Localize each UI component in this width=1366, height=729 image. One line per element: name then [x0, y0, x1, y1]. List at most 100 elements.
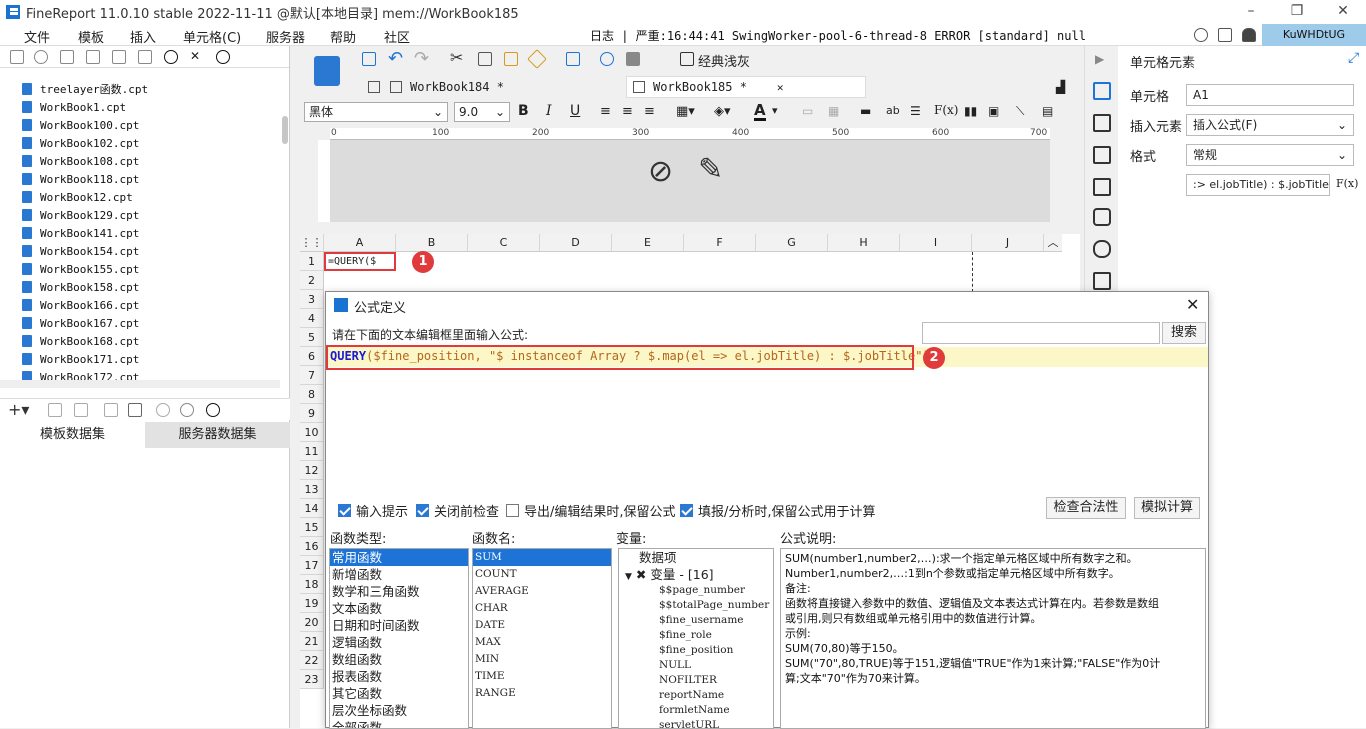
column-header[interactable]: G — [756, 234, 828, 252]
menu-insert[interactable]: 插入 — [130, 27, 156, 46]
font-size-select[interactable]: 9.0 ⌄ — [454, 102, 510, 122]
template-icon[interactable] — [314, 56, 340, 86]
preview-icon[interactable] — [104, 403, 118, 417]
row-header[interactable]: 11 — [300, 442, 324, 461]
theme-icon[interactable] — [680, 52, 694, 66]
list-item[interactable]: 数学和三角函数 — [330, 583, 468, 600]
delete-icon[interactable] — [112, 50, 126, 64]
list-item[interactable]: TIME — [473, 668, 611, 685]
list-item[interactable]: COUNT — [473, 566, 611, 583]
cell-element-icon[interactable] — [1093, 82, 1111, 100]
merge-icon[interactable]: ▭ — [802, 104, 813, 118]
list-item[interactable]: DATE — [473, 617, 611, 634]
close-icon[interactable]: ✕ — [1320, 0, 1366, 24]
cell-field[interactable]: A1 — [1186, 84, 1354, 106]
list-item[interactable]: WorkBook171.cpt — [22, 350, 139, 368]
list-item[interactable]: WorkBook168.cpt — [22, 332, 139, 350]
theme-button[interactable]: 经典浅灰 — [698, 51, 750, 70]
enter-icon[interactable] — [1093, 272, 1111, 290]
list-item[interactable]: 数组函数 — [330, 651, 468, 668]
row-header[interactable]: 1 — [300, 252, 324, 271]
search-icon[interactable] — [1194, 28, 1208, 42]
split-icon[interactable]: ▦ — [828, 104, 839, 118]
menu-cell[interactable]: 单元格(C) — [183, 27, 241, 46]
delete-icon[interactable] — [74, 403, 88, 417]
validate-button[interactable]: 检查合法性 — [1046, 497, 1126, 519]
rich-text-icon[interactable]: ☰ — [910, 104, 921, 118]
column-header[interactable]: A — [324, 234, 396, 252]
edit-icon[interactable] — [1218, 28, 1232, 42]
open-icon[interactable] — [60, 50, 74, 64]
list-item[interactable]: WorkBook100.cpt — [22, 116, 139, 134]
font-color-icon[interactable]: A — [754, 102, 766, 121]
copy-icon[interactable] — [138, 50, 152, 64]
insert-element-select[interactable]: 插入公式(F) ⌄ — [1186, 114, 1354, 136]
column-header[interactable]: D — [540, 234, 612, 252]
collapse-icon[interactable]: ✕ — [190, 50, 204, 64]
row-header[interactable]: 19 — [300, 594, 324, 613]
row-header[interactable]: 5 — [300, 328, 324, 347]
list-item[interactable]: WorkBook154.cpt — [22, 242, 139, 260]
table-icon[interactable] — [128, 403, 142, 417]
log-status[interactable]: 日志 | 严重:16:44:41 SwingWorker-pool-6-thre… — [590, 27, 1086, 44]
paste-icon[interactable] — [504, 52, 518, 66]
pencil-icon[interactable]: ✎ — [698, 152, 723, 187]
vertical-scrollbar[interactable] — [282, 116, 288, 144]
eye-off-icon[interactable]: ⊘ — [648, 154, 673, 189]
list-item[interactable]: 报表函数 — [330, 668, 468, 685]
condition-icon[interactable] — [1093, 178, 1111, 196]
plugin-icon[interactable] — [600, 52, 614, 66]
align-right-icon[interactable]: ≡ — [644, 104, 655, 119]
redo-icon[interactable]: ↷ — [414, 48, 429, 69]
format-select[interactable]: 常规 ⌄ — [1186, 144, 1354, 166]
list-item[interactable]: MAX — [473, 634, 611, 651]
pin-icon[interactable]: ⤢ — [1348, 50, 1359, 66]
row-header[interactable]: 20 — [300, 613, 324, 632]
link-icon[interactable] — [1093, 240, 1111, 258]
edit-icon[interactable] — [48, 403, 62, 417]
user-account[interactable]: KuWHDtUG — [1262, 24, 1366, 46]
target-icon[interactable] — [164, 50, 178, 64]
row-header[interactable]: 18 — [300, 575, 324, 594]
cut-icon[interactable]: ✂ — [450, 48, 463, 67]
list-item[interactable]: $fine_position — [619, 643, 773, 658]
formula-icon[interactable]: F(x) — [934, 103, 958, 117]
list-item[interactable]: 新增函数 — [330, 566, 468, 583]
border-icon[interactable]: ▦▾ — [676, 104, 695, 119]
minimize-icon[interactable]: – — [1228, 0, 1274, 24]
font-family-select[interactable]: 黑体 ⌄ — [304, 102, 448, 122]
column-header[interactable]: I — [900, 234, 972, 252]
list-item[interactable]: WorkBook129.cpt — [22, 206, 139, 224]
checkbox-input-hint[interactable]: 输入提示 — [338, 501, 408, 520]
row-header[interactable]: 16 — [300, 537, 324, 556]
list-item[interactable]: SUM — [473, 549, 611, 566]
fill-color-icon[interactable]: ◈▾ — [714, 104, 731, 119]
list-item[interactable]: WorkBook1.cpt — [22, 98, 126, 116]
list-item[interactable]: 日期和时间函数 — [330, 617, 468, 634]
row-header[interactable]: 7 — [300, 366, 324, 385]
copy-icon[interactable] — [478, 52, 492, 66]
list-item[interactable]: WorkBook12.cpt — [22, 188, 133, 206]
menu-file[interactable]: 文件 — [24, 27, 50, 46]
row-header[interactable]: 14 — [300, 499, 324, 518]
subreport-icon[interactable]: ▤ — [1042, 104, 1053, 118]
slash-icon[interactable]: ⟍ — [1016, 104, 1024, 119]
list-item[interactable]: AVERAGE — [473, 583, 611, 600]
ab-icon[interactable]: ab — [886, 104, 900, 117]
select-all-corner[interactable]: ⋮⋮ — [300, 234, 324, 252]
bell-icon[interactable] — [1242, 28, 1256, 42]
list-item[interactable]: treelayer函数.cpt — [22, 80, 148, 98]
column-header[interactable]: B — [396, 234, 468, 252]
row-header[interactable]: 8 — [300, 385, 324, 404]
tab-template-dataset[interactable]: 模板数据集 — [0, 422, 145, 448]
formula-field[interactable]: :> el.jobTitle) : $.jobTitle") — [1186, 174, 1330, 196]
list-item[interactable]: RANGE — [473, 685, 611, 702]
widget-icon[interactable] — [1093, 146, 1111, 164]
image-icon[interactable]: ▣ — [988, 104, 999, 118]
list-item[interactable]: WorkBook118.cpt — [22, 170, 139, 188]
gallery-icon[interactable] — [626, 52, 640, 66]
search-icon[interactable] — [216, 50, 230, 64]
tab-menu-icon[interactable]: ▟ — [1056, 80, 1065, 94]
row-header[interactable]: 21 — [300, 632, 324, 651]
row-header[interactable]: 6 — [300, 347, 324, 366]
